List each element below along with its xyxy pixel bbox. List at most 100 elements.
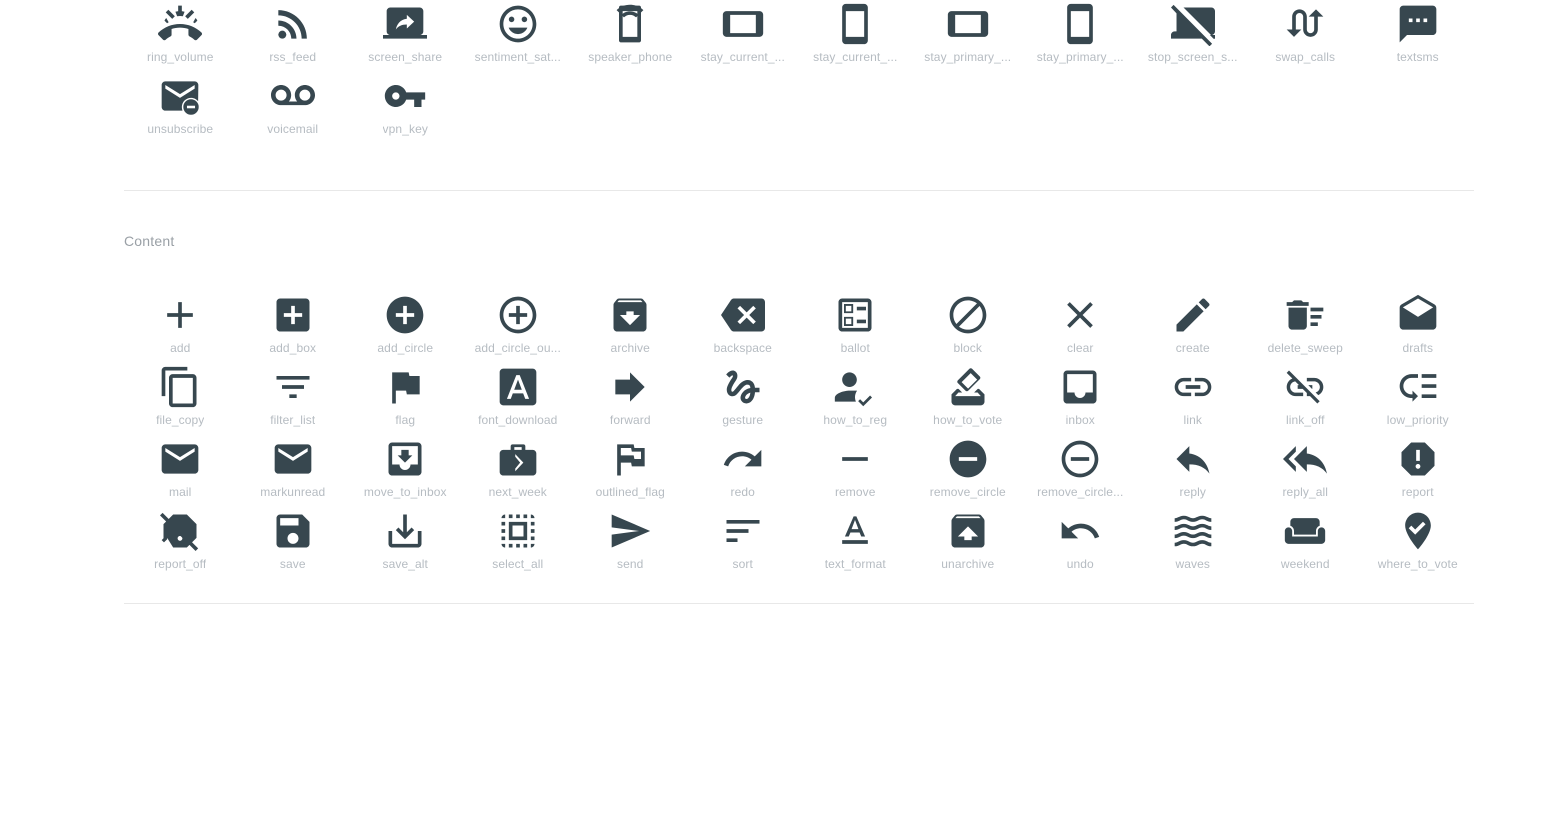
icon-label: forward <box>609 413 651 427</box>
icon-cell-unsubscribe[interactable]: unsubscribe <box>124 72 237 144</box>
icon-cell-mail[interactable]: mail <box>124 435 237 507</box>
icon-cell-filter_list[interactable]: filter_list <box>237 363 350 435</box>
icon-cell-screen_share[interactable]: screen_share <box>349 0 462 72</box>
icon-gallery-page: ring_volume rss_feed screen_share sentiment… <box>0 0 1566 829</box>
icon-label: low_priority <box>1386 413 1449 427</box>
icon-cell-sentiment_sat[interactable]: sentiment_sat... <box>462 0 575 72</box>
icon-cell-file_copy[interactable]: file_copy <box>124 363 237 435</box>
icon-cell-forward[interactable]: forward <box>574 363 687 435</box>
icon-label: report_off <box>154 557 207 571</box>
icon-cell-add[interactable]: add <box>124 291 237 363</box>
icon-cell-swap_calls[interactable]: swap_calls <box>1249 0 1362 72</box>
ballot-icon <box>831 291 879 339</box>
icon-cell-archive[interactable]: archive <box>574 291 687 363</box>
icon-cell-link_off[interactable]: link_off <box>1249 363 1362 435</box>
remove-icon <box>831 435 879 483</box>
icon-cell-textsms[interactable]: textsms <box>1362 0 1475 72</box>
icon-cell-voicemail[interactable]: voicemail <box>237 72 350 144</box>
icon-label: sort <box>732 557 753 571</box>
icon-label: remove <box>834 485 876 499</box>
icon-cell-move_to_inbox[interactable]: move_to_inbox <box>349 435 462 507</box>
icon-label: save_alt <box>382 557 428 571</box>
icon-cell-markunread[interactable]: markunread <box>237 435 350 507</box>
icon-cell-waves[interactable]: waves <box>1137 507 1250 579</box>
icon-cell-ring_volume[interactable]: ring_volume <box>124 0 237 72</box>
icon-cell-undo[interactable]: undo <box>1024 507 1137 579</box>
rss-feed-icon <box>269 0 317 48</box>
text-format-icon <box>831 507 879 555</box>
icon-cell-report_off[interactable]: report_off <box>124 507 237 579</box>
move-to-inbox-icon <box>381 435 429 483</box>
icon-cell-flag[interactable]: flag <box>349 363 462 435</box>
icon-cell-backspace[interactable]: backspace <box>687 291 800 363</box>
speaker-phone-icon <box>606 0 654 48</box>
icon-cell-unarchive[interactable]: unarchive <box>912 507 1025 579</box>
icon-cell-where_to_vote[interactable]: where_to_vote <box>1362 507 1475 579</box>
ring-volume-icon <box>156 0 204 48</box>
icon-label: rss_feed <box>269 50 317 64</box>
icon-cell-link[interactable]: link <box>1137 363 1250 435</box>
icon-cell-report[interactable]: report <box>1362 435 1475 507</box>
icon-label: mail <box>169 485 192 499</box>
icon-cell-reply[interactable]: reply <box>1137 435 1250 507</box>
outlined-flag-icon <box>606 435 654 483</box>
icon-cell-sort[interactable]: sort <box>687 507 800 579</box>
icon-cell-weekend[interactable]: weekend <box>1249 507 1362 579</box>
icon-cell-select_all[interactable]: select_all <box>462 507 575 579</box>
icon-cell-save[interactable]: save <box>237 507 350 579</box>
icon-cell-ballot[interactable]: ballot <box>799 291 912 363</box>
icon-cell-how_to_reg[interactable]: how_to_reg <box>799 363 912 435</box>
icon-cell-gesture[interactable]: gesture <box>687 363 800 435</box>
icon-cell-rss_feed[interactable]: rss_feed <box>237 0 350 72</box>
icon-cell-inbox[interactable]: inbox <box>1024 363 1137 435</box>
icon-label: select_all <box>492 557 544 571</box>
icon-cell-stay_current_[interactable]: stay_current_... <box>687 0 800 72</box>
icon-cell-drafts[interactable]: drafts <box>1362 291 1475 363</box>
icon-cell-add_circle[interactable]: add_circle <box>349 291 462 363</box>
icon-cell-save_alt[interactable]: save_alt <box>349 507 462 579</box>
icon-cell-next_week[interactable]: next_week <box>462 435 575 507</box>
icon-label: clear <box>1066 341 1094 355</box>
icon-label: redo <box>730 485 755 499</box>
icon-cell-font_download[interactable]: font_download <box>462 363 575 435</box>
remove-circle-icon <box>944 435 992 483</box>
icon-cell-low_priority[interactable]: low_priority <box>1362 363 1475 435</box>
icon-cell-delete_sweep[interactable]: delete_sweep <box>1249 291 1362 363</box>
icon-label: stay_current_... <box>813 50 898 64</box>
sentiment-satisfied-icon <box>494 0 542 48</box>
icon-cell-remove[interactable]: remove <box>799 435 912 507</box>
icon-label: send <box>617 557 644 571</box>
icon-cell-add_box[interactable]: add_box <box>237 291 350 363</box>
icon-cell-vpn_key[interactable]: vpn_key <box>349 72 462 144</box>
block-icon <box>944 291 992 339</box>
icon-label: markunread <box>260 485 326 499</box>
icon-cell-send[interactable]: send <box>574 507 687 579</box>
icon-cell-stop_screen_s[interactable]: stop_screen_s... <box>1137 0 1250 72</box>
icon-label: stay_primary_... <box>1036 50 1124 64</box>
icon-cell-create[interactable]: create <box>1137 291 1250 363</box>
icon-cell-remove_circle[interactable]: remove_circle <box>912 435 1025 507</box>
unsubscribe-icon <box>156 72 204 120</box>
icon-label: report <box>1401 485 1434 499</box>
icon-cell-stay_primary_[interactable]: stay_primary_... <box>1024 0 1137 72</box>
icon-cell-text_format[interactable]: text_format <box>799 507 912 579</box>
icon-cell-speaker_phone[interactable]: speaker_phone <box>574 0 687 72</box>
icon-cell-clear[interactable]: clear <box>1024 291 1137 363</box>
icon-cell-remove_circle[interactable]: remove_circle... <box>1024 435 1137 507</box>
icon-cell-block[interactable]: block <box>912 291 1025 363</box>
delete-sweep-icon <box>1281 291 1329 339</box>
markunread-icon <box>269 435 317 483</box>
icon-cell-reply_all[interactable]: reply_all <box>1249 435 1362 507</box>
vpn-key-icon <box>381 72 429 120</box>
icon-cell-outlined_flag[interactable]: outlined_flag <box>574 435 687 507</box>
icon-cell-redo[interactable]: redo <box>687 435 800 507</box>
icon-cell-add_circle_ou[interactable]: add_circle_ou... <box>462 291 575 363</box>
icon-cell-stay_current_[interactable]: stay_current_... <box>799 0 912 72</box>
icon-label: where_to_vote <box>1377 557 1458 571</box>
icon-cell-stay_primary_[interactable]: stay_primary_... <box>912 0 1025 72</box>
icon-label: add_circle <box>377 341 434 355</box>
icon-cell-how_to_vote[interactable]: how_to_vote <box>912 363 1025 435</box>
icon-label: reply_all <box>1282 485 1329 499</box>
stay-primary-portrait-icon <box>1056 0 1104 48</box>
